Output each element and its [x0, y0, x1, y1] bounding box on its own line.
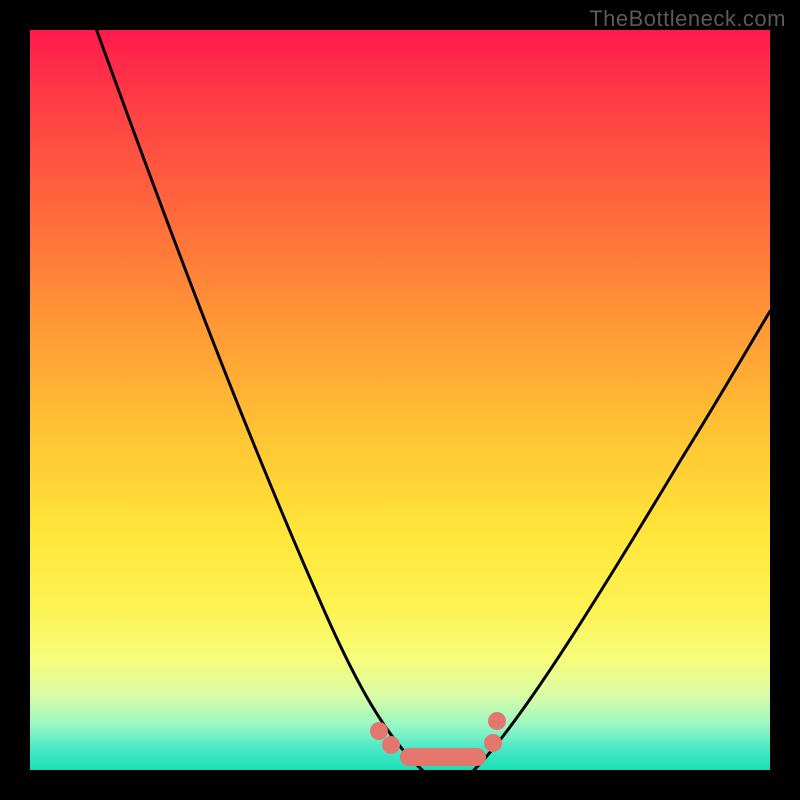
bottleneck-curves — [30, 30, 770, 770]
plot-area — [30, 30, 770, 770]
watermark-text: TheBottleneck.com — [589, 6, 786, 32]
marker-dot — [382, 736, 400, 754]
marker-dot — [488, 712, 506, 730]
optimal-zone-marker — [400, 748, 486, 766]
curve-right-branch — [474, 311, 770, 770]
chart-frame: TheBottleneck.com — [0, 0, 800, 800]
marker-dot — [484, 734, 502, 752]
curve-left-branch — [97, 30, 423, 770]
